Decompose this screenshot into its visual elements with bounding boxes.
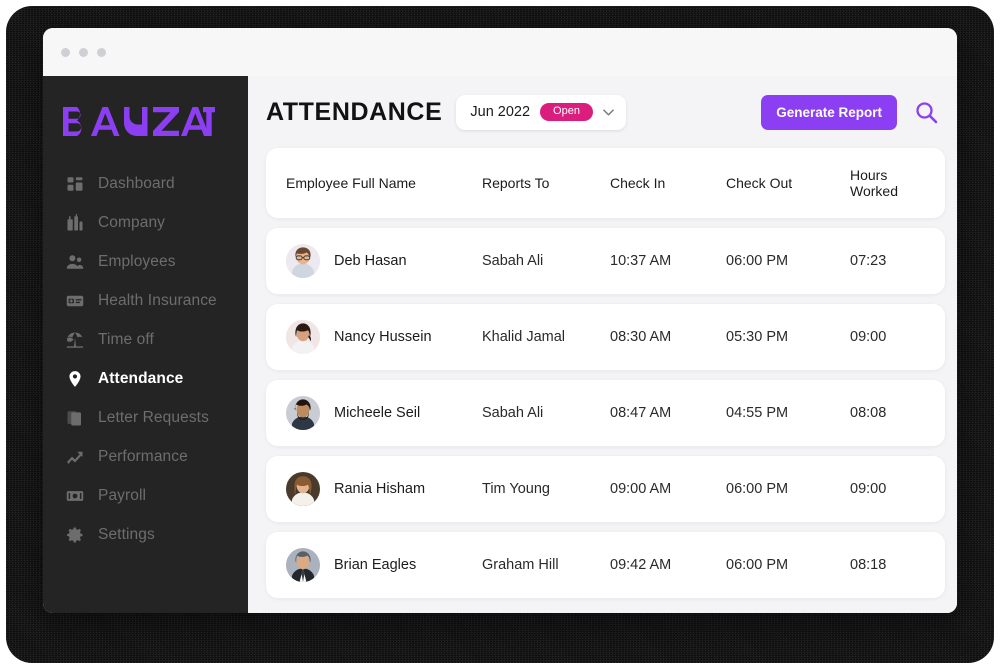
- generate-report-button[interactable]: Generate Report: [761, 94, 897, 130]
- employee-name: Micheele Seil: [334, 405, 421, 421]
- employee-name: Rania Hisham: [334, 481, 426, 497]
- sidebar-item-employees[interactable]: Employees: [43, 242, 248, 281]
- employees-icon: [65, 252, 84, 271]
- location-pin-icon: [65, 369, 84, 388]
- check-in-value: 08:47 AM: [610, 405, 672, 421]
- gear-icon: [65, 525, 84, 544]
- sidebar-item-label: Attendance: [98, 369, 184, 387]
- table-row[interactable]: Rania Hisham Tim Young 09:00 AM 06:00 PM…: [266, 456, 945, 522]
- sidebar-nav: Dashboard Company Employees Health Insur…: [43, 164, 248, 554]
- column-header-check-out: Check Out: [726, 175, 793, 191]
- sidebar-item-label: Letter Requests: [98, 408, 209, 426]
- column-header-employee-full-name: Employee Full Name: [286, 175, 416, 191]
- sidebar-item-settings[interactable]: Settings: [43, 515, 248, 554]
- traffic-light-dots: [61, 47, 106, 57]
- hours-worked-value: 09:00: [850, 329, 887, 345]
- page-title: ATTENDANCE: [266, 97, 443, 126]
- document-icon: [65, 408, 84, 427]
- table-row[interactable]: Micheele Seil Sabah Ali 08:47 AM 04:55 P…: [266, 380, 945, 446]
- sidebar-item-payroll[interactable]: Payroll: [43, 476, 248, 515]
- page-header: ATTENDANCE Jun 2022 Open Generate Report: [266, 76, 945, 148]
- chevron-down-icon: [603, 107, 614, 118]
- sidebar-item-dashboard[interactable]: Dashboard: [43, 164, 248, 203]
- sidebar-item-company[interactable]: Company: [43, 203, 248, 242]
- reports-to-value: Graham Hill: [482, 557, 559, 573]
- reports-to-value: Khalid Jamal: [482, 329, 566, 345]
- browser-window: Dashboard Company Employees Health Insur…: [43, 28, 957, 613]
- health-insurance-icon: [65, 291, 84, 310]
- check-in-value: 08:30 AM: [610, 329, 672, 345]
- sidebar-item-label: Payroll: [98, 486, 147, 504]
- sidebar-item-label: Company: [98, 213, 166, 231]
- column-header-check-in: Check In: [610, 175, 666, 191]
- hours-worked-value: 08:08: [850, 405, 887, 421]
- sidebar-item-label: Health Insurance: [98, 291, 217, 309]
- sidebar-item-label: Time off: [98, 330, 154, 348]
- avatar: [286, 244, 320, 278]
- reports-to-value: Tim Young: [482, 481, 550, 497]
- table-row[interactable]: Brian Eagles Graham Hill 09:42 AM 06:00 …: [266, 532, 945, 598]
- sidebar-item-letter-requests[interactable]: Letter Requests: [43, 398, 248, 437]
- employee-name: Brian Eagles: [334, 557, 417, 573]
- window-titlebar: [43, 28, 957, 76]
- sidebar-item-attendance[interactable]: Attendance: [43, 359, 248, 398]
- sidebar-item-label: Settings: [98, 525, 155, 543]
- avatar: [286, 472, 320, 506]
- avatar: [286, 396, 320, 430]
- check-in-value: 09:42 AM: [610, 557, 672, 573]
- sidebar: Dashboard Company Employees Health Insur…: [43, 76, 248, 613]
- table-row[interactable]: Nancy Hussein Khalid Jamal 08:30 AM 05:3…: [266, 304, 945, 370]
- main-content: ATTENDANCE Jun 2022 Open Generate Report: [248, 76, 957, 613]
- sidebar-item-health-insurance[interactable]: Health Insurance: [43, 281, 248, 320]
- sidebar-item-label: Dashboard: [98, 174, 175, 192]
- window-body: Dashboard Company Employees Health Insur…: [43, 76, 957, 613]
- check-out-value: 05:30 PM: [726, 329, 789, 345]
- minimize-dot-icon[interactable]: [79, 47, 88, 57]
- money-icon: [65, 486, 84, 505]
- sidebar-item-time-off[interactable]: Time off: [43, 320, 248, 359]
- check-out-value: 06:00 PM: [726, 253, 789, 269]
- check-in-value: 10:37 AM: [610, 253, 672, 269]
- reports-to-value: Sabah Ali: [482, 253, 544, 269]
- column-header-hours-worked: Hours Worked: [850, 167, 898, 199]
- check-in-value: 09:00 AM: [610, 481, 672, 497]
- maximize-dot-icon[interactable]: [97, 47, 106, 57]
- employee-name: Deb Hasan: [334, 253, 407, 269]
- close-dot-icon[interactable]: [61, 47, 70, 57]
- check-out-value: 06:00 PM: [726, 557, 789, 573]
- check-out-value: 06:00 PM: [726, 481, 789, 497]
- time-off-icon: [65, 330, 84, 349]
- hours-worked-value: 09:00: [850, 481, 887, 497]
- sidebar-item-performance[interactable]: Performance: [43, 437, 248, 476]
- header-actions: Generate Report: [761, 94, 945, 130]
- attendance-table: Employee Full Name Reports To Check In C…: [266, 148, 945, 613]
- employee-name: Nancy Hussein: [334, 329, 432, 345]
- dashboard-icon: [65, 174, 84, 193]
- hours-worked-value: 08:18: [850, 557, 887, 573]
- month-selector[interactable]: Jun 2022 Open: [456, 94, 626, 130]
- avatar: [286, 320, 320, 354]
- status-badge: Open: [540, 103, 593, 121]
- reports-to-value: Sabah Ali: [482, 405, 544, 421]
- hours-worked-value: 07:23: [850, 253, 887, 269]
- bayzat-logo[interactable]: [63, 102, 248, 142]
- avatar: [286, 548, 320, 582]
- sidebar-item-label: Performance: [98, 447, 188, 465]
- trending-up-icon: [65, 447, 84, 466]
- company-icon: [65, 213, 84, 232]
- month-selector-value: Jun 2022: [470, 104, 531, 120]
- table-row[interactable]: Deb Hasan Sabah Ali 10:37 AM 06:00 PM 07…: [266, 228, 945, 294]
- search-icon[interactable]: [913, 99, 939, 125]
- sidebar-item-label: Employees: [98, 252, 176, 270]
- table-header-row: Employee Full Name Reports To Check In C…: [266, 148, 945, 218]
- check-out-value: 04:55 PM: [726, 405, 789, 421]
- column-header-reports-to: Reports To: [482, 175, 550, 191]
